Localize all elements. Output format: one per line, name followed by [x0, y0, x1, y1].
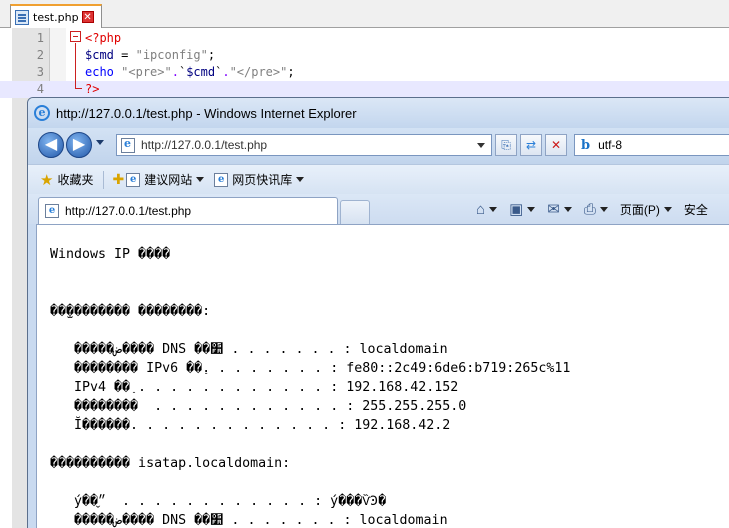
suggested-sites-label: 建议网站 — [144, 173, 193, 187]
output-line: Ĭ������. . . . . . . . . . . . . : 192.1… — [50, 418, 451, 433]
ie-title-bar: e http://127.0.0.1/test.php - Windows In… — [28, 98, 729, 128]
code-token: "ipconfig" — [135, 48, 208, 62]
code-token: "<pre>" — [121, 65, 172, 79]
chevron-down-icon — [196, 177, 205, 182]
page-content: Windows IP ���� ��̫�������� ��������: ���… — [36, 224, 729, 528]
ie-logo-icon: e — [34, 105, 50, 121]
line-number: 2 — [36, 48, 44, 62]
star-icon: ★ — [40, 171, 54, 189]
code-token: $cmd — [85, 48, 114, 62]
line-number: 3 — [36, 65, 44, 79]
separator — [103, 170, 105, 189]
address-url[interactable]: http://127.0.0.1/test.php — [141, 138, 477, 152]
ie-page-icon: e — [126, 172, 141, 187]
ipconfig-output: Windows IP ���� ��̫�������� ��������: ���… — [50, 245, 570, 528]
output-line: ���������� isatap.localdomain: — [50, 456, 291, 471]
safety-menu[interactable]: 安全 — [684, 201, 708, 218]
navigation-bar: ◀ ▶ http://127.0.0.1/test.php ⎘ ⇄ ✕ b ut… — [28, 128, 729, 164]
ie-window: e http://127.0.0.1/test.php - Windows In… — [27, 97, 729, 528]
code-token: <?php — [85, 31, 122, 45]
output-line: IPv4 ��ַ . . . . . . . . . . . . : 192.1… — [50, 380, 459, 395]
output-line: �������� IPv6 ��ַ. . . . . . . . : fe80:… — [50, 361, 571, 376]
window-title: http://127.0.0.1/test.php - Windows Inte… — [56, 105, 357, 121]
feeds-icon[interactable]: ▣ — [509, 200, 523, 218]
close-tab-icon[interactable]: ✕ — [81, 11, 94, 23]
chevron-down-icon[interactable] — [527, 206, 536, 212]
home-icon[interactable]: ⌂ — [476, 201, 485, 218]
fold-end-marker — [75, 88, 82, 89]
suggested-sites-button[interactable]: e 建议网站 — [126, 171, 205, 188]
stop-button[interactable]: ✕ — [545, 134, 567, 156]
bing-icon: b — [581, 137, 591, 153]
favorites-label: 收藏夹 — [57, 173, 94, 187]
output-line: �����ض���� DNS ��׺ . . . . . . . : local… — [50, 513, 448, 528]
output-line: �������� . . . . . . . . . . . . : 255.2… — [50, 399, 467, 414]
refresh-button[interactable]: ⇄ — [520, 134, 542, 156]
code-token: "</pre>" — [229, 65, 288, 79]
code-text: $cmd = "ipconfig"; — [85, 47, 215, 64]
output-line: ý��״̬ . . . . . . . . . . . . : ý���ѶϿ� — [50, 494, 387, 509]
code-text: ?> — [85, 81, 99, 98]
code-token: $cmd — [186, 65, 216, 79]
code-token: . — [222, 65, 230, 79]
editor-tab-bar: test.php ✕ — [0, 0, 729, 28]
file-tab-name: test.php — [33, 10, 79, 24]
code-text: echo "<pre>".`$cmd`."</pre>"; — [85, 64, 295, 81]
code-token: . — [171, 65, 179, 79]
favorites-bar: ★ 收藏夹 ✚ e 建议网站 e 网页快讯库 — [28, 164, 729, 194]
code-token: ?> — [85, 82, 100, 96]
back-button[interactable]: ◀ — [38, 132, 64, 158]
tab-row: e http://127.0.0.1/test.php ⌂ ▣ ✉ ⎙ 页面(P… — [28, 194, 729, 224]
code-token: ; — [207, 48, 216, 62]
fold-guide — [75, 43, 76, 88]
favorites-button[interactable]: ★ 收藏夹 — [40, 171, 93, 189]
add-favorite-icon[interactable]: ✚ — [112, 171, 124, 188]
code-line[interactable]: 4 ?> — [0, 81, 729, 98]
web-slices-label: 网页快讯库 — [232, 173, 293, 187]
chevron-down-icon[interactable] — [563, 206, 572, 212]
search-input[interactable]: utf-8 — [598, 138, 622, 152]
web-slices-button[interactable]: e 网页快讯库 — [214, 171, 305, 188]
page-menu[interactable]: 页面(P) — [620, 201, 660, 218]
search-box[interactable]: b utf-8 — [574, 134, 729, 156]
line-number: 4 — [36, 82, 44, 96]
output-line: �����ض���� DNS ��׺ . . . . . . . : local… — [50, 342, 448, 357]
fold-toggle-icon[interactable] — [70, 31, 81, 42]
address-bar[interactable]: http://127.0.0.1/test.php — [116, 134, 492, 156]
compatibility-view-button[interactable]: ⎘ — [495, 134, 517, 156]
file-tab[interactable]: test.php ✕ — [10, 4, 102, 28]
code-text: <?php — [85, 30, 121, 47]
forward-button[interactable]: ▶ — [66, 132, 92, 158]
code-line[interactable]: 1 <?php — [0, 30, 729, 47]
command-bar: ⌂ ▣ ✉ ⎙ 页面(P) 安全 — [476, 198, 708, 220]
code-line[interactable]: 3 echo "<pre>".`$cmd`."</pre>"; — [0, 64, 729, 81]
code-token: echo — [85, 65, 114, 79]
output-line: ��̫�������� ��������: — [50, 304, 211, 319]
output-line: Windows IP ���� — [50, 247, 171, 262]
ie-page-icon: e — [214, 172, 229, 187]
line-number: 1 — [36, 31, 44, 45]
code-line[interactable]: 2 $cmd = "ipconfig"; — [0, 47, 729, 64]
mail-icon[interactable]: ✉ — [547, 200, 560, 218]
print-icon[interactable]: ⎙ — [584, 201, 596, 218]
browser-tab[interactable]: e http://127.0.0.1/test.php — [38, 197, 338, 224]
chevron-down-icon[interactable] — [599, 206, 608, 212]
file-icon — [15, 9, 29, 25]
new-tab-button[interactable] — [340, 200, 370, 224]
chevron-down-icon — [296, 177, 305, 182]
page-icon — [121, 137, 135, 153]
chevron-down-icon[interactable] — [663, 206, 672, 212]
code-token: = — [113, 48, 136, 62]
history-dropdown-icon[interactable] — [96, 140, 104, 145]
ie-page-icon: e — [45, 204, 59, 218]
browser-tab-label: http://127.0.0.1/test.php — [65, 204, 192, 218]
address-dropdown-icon[interactable] — [477, 142, 485, 148]
code-token: ; — [287, 65, 295, 79]
chevron-down-icon[interactable] — [489, 206, 498, 212]
